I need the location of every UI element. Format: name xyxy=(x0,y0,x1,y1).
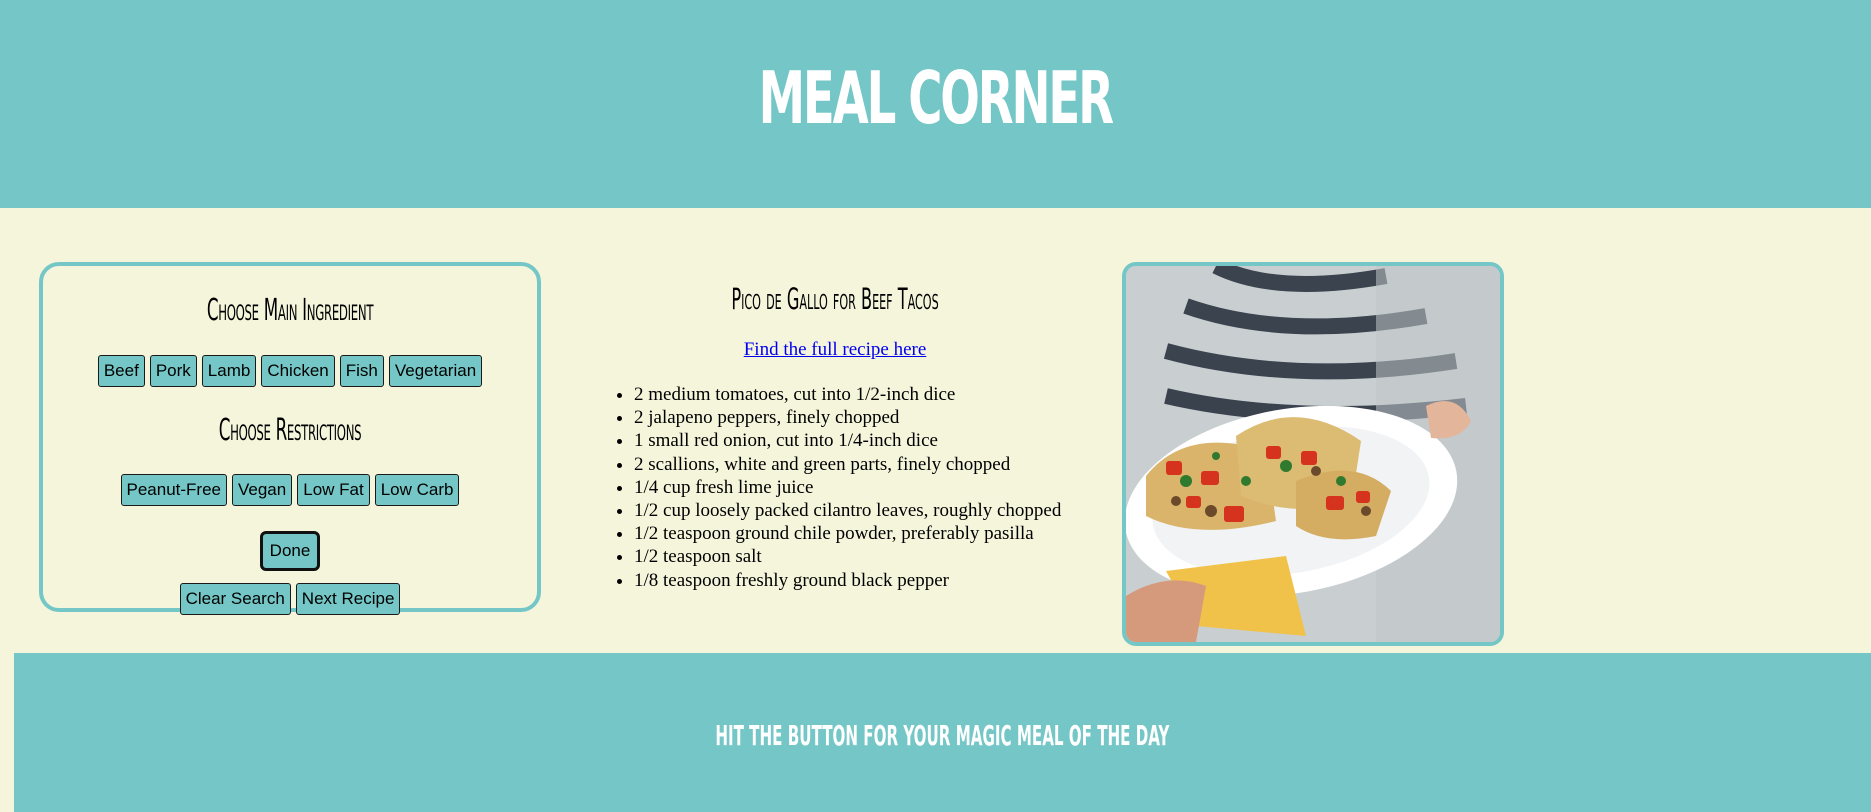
done-button[interactable]: Done xyxy=(259,531,321,571)
ingredient-item: 2 scallions, white and green parts, fine… xyxy=(634,453,1061,476)
ingredient-button-row: Beef Pork Lamb Chicken Fish Vegetarian xyxy=(43,355,537,387)
restrictions-heading: Choose Restrictions xyxy=(218,413,362,448)
site-footer: HIT THE BUTTON FOR YOUR MAGIC MEAL OF TH… xyxy=(14,653,1871,812)
ingredient-button-fish[interactable]: Fish xyxy=(339,355,384,387)
full-recipe-link[interactable]: Find the full recipe here xyxy=(585,339,1085,361)
ingredient-button-lamb[interactable]: Lamb xyxy=(201,355,257,387)
site-title: MEAL CORNER xyxy=(758,56,1114,140)
ingredient-item: 1/2 teaspoon ground chile powder, prefer… xyxy=(634,522,1061,545)
restriction-button-vegan[interactable]: Vegan xyxy=(232,474,293,506)
main-ingredient-heading: Choose Main Ingredient xyxy=(206,293,374,328)
search-panel: Choose Main Ingredient Beef Pork Lamb Ch… xyxy=(39,262,541,615)
ingredient-item: 2 medium tomatoes, cut into 1/2-inch dic… xyxy=(634,383,1061,406)
ingredient-item: 2 jalapeno peppers, finely chopped xyxy=(634,406,1061,429)
restriction-button-peanut-free[interactable]: Peanut-Free xyxy=(120,474,227,506)
restriction-button-low-carb[interactable]: Low Carb xyxy=(374,474,460,506)
ingredient-item: 1/2 teaspoon salt xyxy=(634,545,1061,568)
ingredient-button-beef[interactable]: Beef xyxy=(97,355,145,387)
done-row: Done xyxy=(43,531,537,571)
site-header: MEAL CORNER xyxy=(0,0,1871,208)
recipe-photo xyxy=(1122,262,1504,646)
ingredient-item: 1/8 teaspoon freshly ground black pepper xyxy=(634,569,1061,592)
ingredient-list: 2 medium tomatoes, cut into 1/2-inch dic… xyxy=(608,383,1061,592)
recipe-title: Pico de Gallo for Beef Tacos xyxy=(731,282,939,316)
action-button-row: Clear Search Next Recipe xyxy=(43,583,537,615)
clear-search-button[interactable]: Clear Search xyxy=(179,583,291,615)
tacos-plate-image xyxy=(1126,266,1500,642)
ingredient-item: 1 small red onion, cut into 1/4-inch dic… xyxy=(634,429,1061,452)
restriction-button-row: Peanut-Free Vegan Low Fat Low Carb xyxy=(43,474,537,506)
ingredient-item: 1/2 cup loosely packed cilantro leaves, … xyxy=(634,499,1061,522)
ingredient-item: 1/4 cup fresh lime juice xyxy=(634,476,1061,499)
ingredient-button-chicken[interactable]: Chicken xyxy=(261,355,335,387)
next-recipe-button[interactable]: Next Recipe xyxy=(295,583,401,615)
ingredient-button-vegetarian[interactable]: Vegetarian xyxy=(388,355,483,387)
restriction-button-low-fat[interactable]: Low Fat xyxy=(297,474,370,506)
ingredient-button-pork[interactable]: Pork xyxy=(149,355,197,387)
footer-tagline: HIT THE BUTTON FOR YOUR MAGIC MEAL OF TH… xyxy=(715,719,1170,752)
